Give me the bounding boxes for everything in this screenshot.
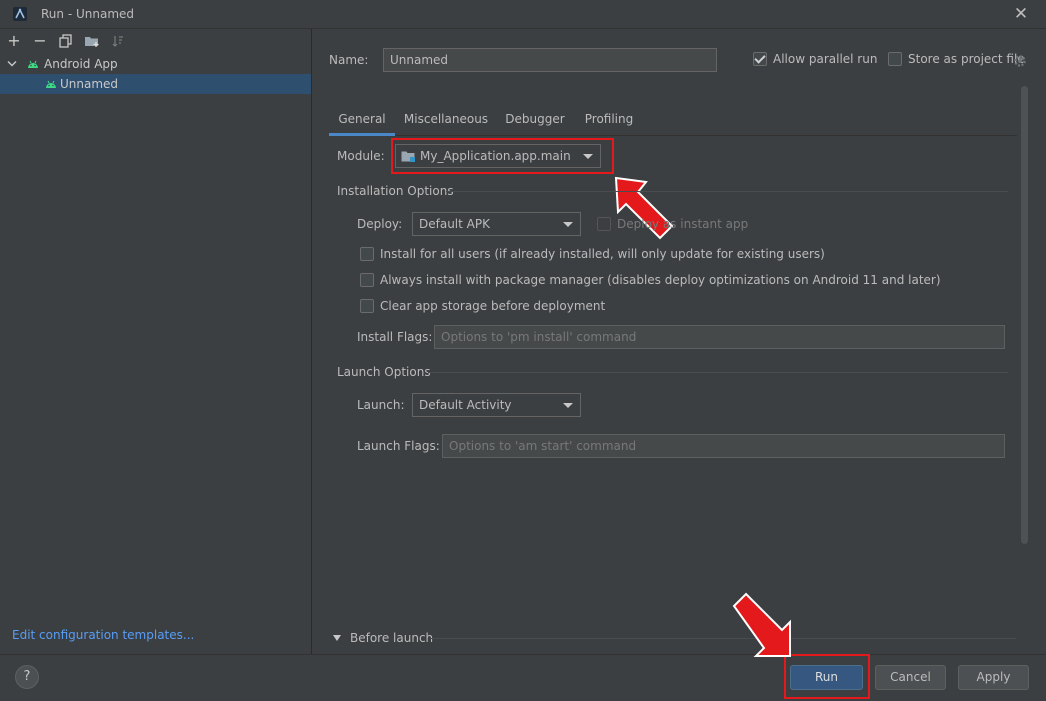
chevron-down-icon (563, 403, 573, 408)
store-as-project-file-checkbox[interactable] (888, 52, 902, 66)
tree-group-label: Android App (44, 57, 118, 71)
name-label: Name: (329, 53, 369, 67)
android-icon (28, 60, 38, 68)
add-configuration-button[interactable]: + (5, 32, 23, 50)
allow-parallel-run-label: Allow parallel run (773, 52, 878, 66)
chevron-down-icon[interactable] (332, 634, 342, 642)
launch-options-title: Launch Options (337, 365, 431, 379)
copy-icon (59, 34, 72, 48)
clear-app-storage-label: Clear app storage before deployment (380, 299, 606, 313)
tab-bar: General Miscellaneous Debugger Profiling (329, 108, 1017, 136)
deploy-value: Default APK (419, 217, 490, 231)
remove-configuration-button[interactable]: − (31, 32, 49, 50)
tree-item-unnamed[interactable]: Unnamed (0, 74, 311, 94)
launch-flags-input[interactable] (449, 439, 1004, 453)
gear-icon[interactable] (1013, 54, 1027, 68)
deploy-instant-app-checkbox[interactable] (597, 217, 611, 231)
tab-general[interactable]: General (329, 108, 395, 136)
before-launch-label[interactable]: Before launch (350, 631, 433, 645)
help-button[interactable]: ? (15, 665, 39, 689)
store-as-project-file-label: Store as project file (908, 52, 1025, 66)
title-bar (0, 0, 1046, 29)
launch-flags-field[interactable] (442, 434, 1005, 458)
always-install-package-manager-checkbox[interactable] (360, 273, 374, 287)
window-title: Run - Unnamed (41, 7, 135, 21)
section-divider (430, 638, 1016, 639)
chevron-down-icon (7, 61, 17, 67)
annotation-highlight-module (391, 138, 614, 174)
launch-flags-label: Launch Flags: (357, 439, 440, 453)
deploy-instant-app-label: Deploy as instant app (617, 217, 749, 231)
name-field[interactable]: Unnamed (383, 48, 717, 72)
install-for-all-users-checkbox[interactable] (360, 247, 374, 261)
sort-icon (112, 36, 123, 47)
deploy-label: Deploy: (357, 217, 403, 231)
launch-value: Default Activity (419, 398, 512, 412)
android-studio-icon (13, 7, 27, 21)
deploy-combobox[interactable]: Default APK (412, 212, 581, 236)
vertical-scrollbar[interactable] (1021, 86, 1028, 544)
section-divider (428, 372, 1008, 373)
edit-configuration-templates-link[interactable]: Edit configuration templates... (12, 628, 194, 642)
configurations-tree: Android App Unnamed (0, 54, 312, 614)
close-window-button[interactable]: ✕ (1010, 3, 1032, 25)
always-install-package-manager-label: Always install with package manager (dis… (380, 273, 941, 287)
install-flags-input[interactable] (441, 330, 1004, 344)
launch-label: Launch: (357, 398, 405, 412)
chevron-down-icon (563, 222, 573, 227)
cancel-button[interactable]: Cancel (875, 665, 946, 690)
apply-button[interactable]: Apply (958, 665, 1029, 690)
annotation-highlight-run (784, 654, 870, 699)
tree-item-label: Unnamed (60, 77, 119, 91)
section-divider (446, 191, 1008, 192)
tab-profiling[interactable]: Profiling (581, 108, 637, 136)
install-for-all-users-label: Install for all users (if already instal… (380, 247, 825, 261)
folder-plus-icon (85, 37, 99, 47)
install-flags-label: Install Flags: (357, 330, 433, 344)
module-label: Module: (337, 149, 385, 163)
configurations-toolbar: + − (0, 29, 312, 53)
install-flags-field[interactable] (434, 325, 1005, 349)
tree-group-android-app[interactable]: Android App (0, 54, 311, 74)
copy-configuration-button[interactable] (57, 32, 75, 50)
new-folder-button[interactable] (83, 32, 101, 50)
tab-miscellaneous[interactable]: Miscellaneous (403, 108, 489, 136)
installation-options-title: Installation Options (337, 184, 454, 198)
android-icon (46, 80, 56, 88)
sort-configurations-button[interactable] (109, 32, 127, 50)
annotation-arrow-icon (732, 592, 791, 657)
allow-parallel-run-checkbox[interactable] (753, 52, 767, 66)
launch-combobox[interactable]: Default Activity (412, 393, 581, 417)
tab-debugger[interactable]: Debugger (503, 108, 567, 136)
clear-app-storage-checkbox[interactable] (360, 299, 374, 313)
